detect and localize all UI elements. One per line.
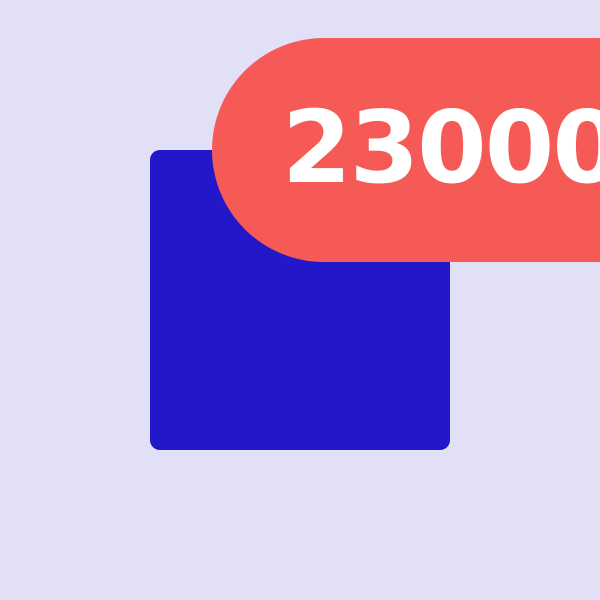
notification-badge: 23000 bbox=[212, 38, 600, 262]
badge-count: 23000 bbox=[282, 89, 600, 206]
